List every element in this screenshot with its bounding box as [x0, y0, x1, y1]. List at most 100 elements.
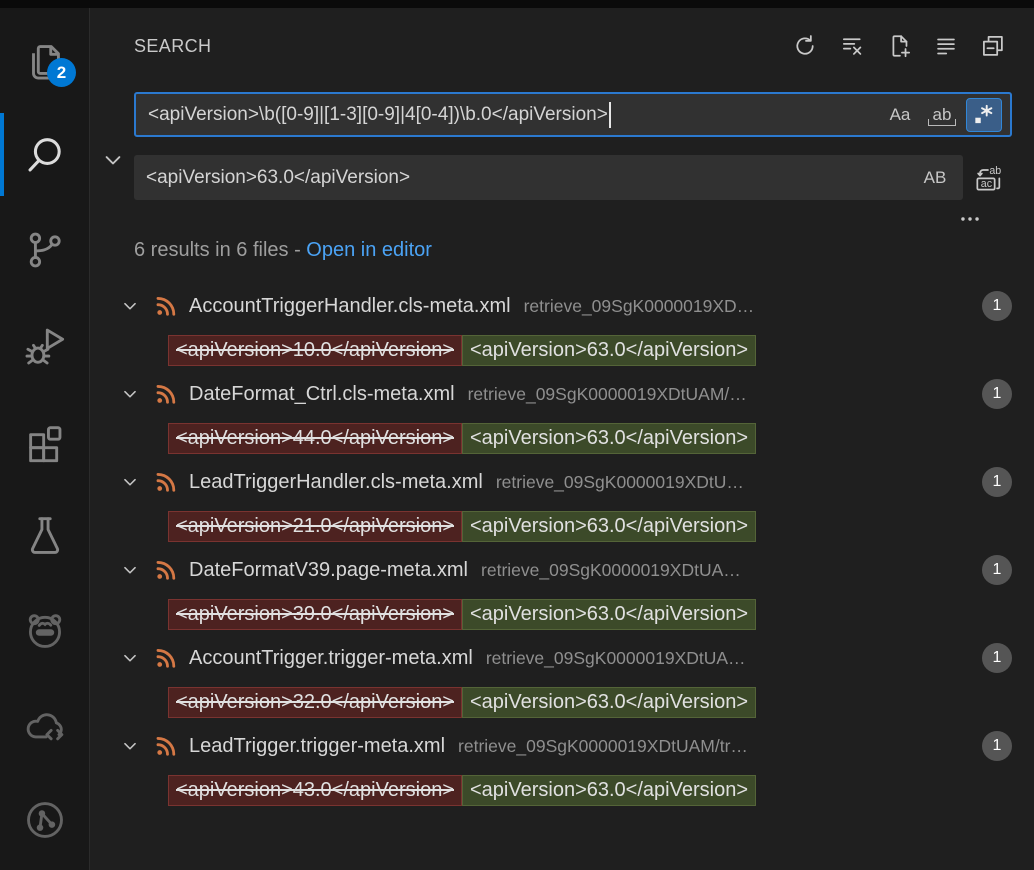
collapse-all-icon[interactable] — [979, 32, 1007, 60]
extensions-icon — [22, 417, 68, 463]
match-result-row[interactable]: <apiVersion>10.0</apiVersion> <apiVersio… — [91, 328, 1034, 372]
results-summary: 6 results in 6 files - Open in editor — [91, 236, 1034, 264]
xml-file-icon — [153, 381, 179, 407]
regex-toggle[interactable] — [966, 98, 1002, 132]
text-cursor — [609, 102, 611, 128]
match-count-badge: 1 — [982, 379, 1012, 409]
file-name: AccountTriggerHandler.cls-meta.xml — [189, 295, 511, 318]
beaker-icon — [22, 512, 68, 558]
removed-text: <apiVersion>10.0</apiVersion> — [168, 335, 462, 366]
removed-text: <apiVersion>21.0</apiVersion> — [168, 511, 462, 542]
replace-input[interactable]: <apiVersion>63.0</apiVersion> AB — [134, 155, 963, 200]
svg-text:ab: ab — [989, 165, 1001, 177]
match-case-toggle[interactable]: Aa — [882, 98, 918, 132]
match-result-row[interactable]: <apiVersion>39.0</apiVersion> <apiVersio… — [91, 592, 1034, 636]
chevron-down-icon[interactable] — [119, 383, 143, 405]
inserted-text: <apiVersion>63.0</apiVersion> — [462, 423, 756, 454]
match-result-row[interactable]: <apiVersion>21.0</apiVersion> <apiVersio… — [91, 504, 1034, 548]
activity-item-testing[interactable] — [0, 487, 89, 582]
search-panel-header: SEARCH — [91, 8, 1034, 84]
chevron-down-icon[interactable] — [119, 295, 143, 317]
file-result-row[interactable]: LeadTriggerHandler.cls-meta.xml retrieve… — [91, 460, 1034, 504]
cloud-code-icon — [22, 702, 68, 748]
refresh-icon[interactable] — [791, 32, 819, 60]
file-path: retrieve_09SgK0000019XDtUAM/… — [468, 384, 972, 405]
match-result-row[interactable]: <apiVersion>32.0</apiVersion> <apiVersio… — [91, 680, 1034, 724]
activity-item-explorer[interactable]: 2 — [0, 12, 89, 107]
activity-item-source-control[interactable] — [0, 202, 89, 297]
inserted-text: <apiVersion>63.0</apiVersion> — [462, 511, 756, 542]
search-input[interactable]: <apiVersion>\b([0-9]|[1-3][0-9]|4[0-4])\… — [134, 92, 1012, 137]
ellipsis-icon — [957, 206, 983, 232]
preserve-case-toggle[interactable]: AB — [917, 161, 953, 195]
summary-separator: - — [289, 239, 307, 261]
chevron-down-icon[interactable] — [119, 735, 143, 757]
results-count-text: 6 results in 6 files — [134, 239, 289, 261]
mascot-face-icon — [22, 607, 68, 653]
file-result-row[interactable]: AccountTrigger.trigger-meta.xml retrieve… — [91, 636, 1034, 680]
inserted-text: <apiVersion>63.0</apiVersion> — [462, 775, 756, 806]
clear-search-results-icon[interactable] — [838, 32, 866, 60]
file-result-row[interactable]: AccountTriggerHandler.cls-meta.xml retri… — [91, 284, 1034, 328]
xml-file-icon — [153, 733, 179, 759]
xml-file-icon — [153, 645, 179, 671]
file-result-row[interactable]: DateFormat_Ctrl.cls-meta.xml retrieve_09… — [91, 372, 1034, 416]
search-results-list: AccountTriggerHandler.cls-meta.xml retri… — [91, 284, 1034, 812]
search-result: LeadTriggerHandler.cls-meta.xml retrieve… — [91, 460, 1034, 548]
activity-item-search[interactable] — [0, 107, 89, 202]
file-name: DateFormat_Ctrl.cls-meta.xml — [189, 383, 455, 406]
removed-text: <apiVersion>39.0</apiVersion> — [168, 599, 462, 630]
removed-text: <apiVersion>32.0</apiVersion> — [168, 687, 462, 718]
regex-icon — [971, 102, 997, 128]
activity-bar: 2 — [0, 8, 90, 870]
svg-text:ac: ac — [980, 178, 992, 190]
match-count-badge: 1 — [982, 467, 1012, 497]
file-name: AccountTrigger.trigger-meta.xml — [189, 647, 473, 670]
chevron-down-icon[interactable] — [119, 471, 143, 493]
xml-file-icon — [153, 469, 179, 495]
debug-icon — [22, 322, 68, 368]
inserted-text: <apiVersion>63.0</apiVersion> — [462, 687, 756, 718]
file-path: retrieve_09SgK0000019XDtUA… — [481, 560, 972, 581]
chevron-down-icon[interactable] — [119, 647, 143, 669]
search-result: AccountTriggerHandler.cls-meta.xml retri… — [91, 284, 1034, 372]
file-name: LeadTrigger.trigger-meta.xml — [189, 735, 445, 758]
file-path: retrieve_09SgK0000019XDtUA… — [486, 648, 972, 669]
whole-word-toggle[interactable]: ab — [924, 98, 960, 132]
activity-item-run-debug[interactable] — [0, 297, 89, 392]
file-path: retrieve_09SgK0000019XDtUAM/tr… — [458, 736, 972, 757]
file-path: retrieve_09SgK0000019XD… — [524, 296, 972, 317]
file-name: LeadTriggerHandler.cls-meta.xml — [189, 471, 483, 494]
xml-file-icon — [153, 293, 179, 319]
xml-file-icon — [153, 557, 179, 583]
removed-text: <apiVersion>43.0</apiVersion> — [168, 775, 462, 806]
toggle-replace-button[interactable] — [91, 92, 134, 228]
view-as-list-icon[interactable] — [932, 32, 960, 60]
open-in-editor-link[interactable]: Open in editor — [306, 239, 432, 261]
replace-all-button[interactable]: ab ac — [963, 162, 1012, 194]
chevron-down-icon — [99, 146, 127, 174]
file-result-row[interactable]: DateFormatV39.page-meta.xml retrieve_09S… — [91, 548, 1034, 592]
new-search-editor-icon[interactable] — [885, 32, 913, 60]
share-graph-icon — [22, 797, 68, 843]
activity-item-share-graph-extension[interactable] — [0, 772, 89, 867]
search-options: Aa ab — [882, 98, 1002, 132]
inserted-text: <apiVersion>63.0</apiVersion> — [462, 335, 756, 366]
match-count-badge: 1 — [982, 731, 1012, 761]
search-input-value: <apiVersion>\b([0-9]|[1-3][0-9]|4[0-4])\… — [148, 104, 608, 126]
match-result-row[interactable]: <apiVersion>44.0</apiVersion> <apiVersio… — [91, 416, 1034, 460]
match-count-badge: 1 — [982, 643, 1012, 673]
file-path: retrieve_09SgK0000019XDtU… — [496, 472, 972, 493]
activity-item-extensions[interactable] — [0, 392, 89, 487]
inserted-text: <apiVersion>63.0</apiVersion> — [462, 599, 756, 630]
explorer-badge: 2 — [47, 58, 76, 87]
chevron-down-icon[interactable] — [119, 559, 143, 581]
activity-item-cloud-code-extension[interactable] — [0, 677, 89, 772]
activity-item-mascot-extension[interactable] — [0, 582, 89, 677]
removed-text: <apiVersion>44.0</apiVersion> — [168, 423, 462, 454]
match-count-badge: 1 — [982, 555, 1012, 585]
match-result-row[interactable]: <apiVersion>43.0</apiVersion> <apiVersio… — [91, 768, 1034, 812]
replace-input-value: <apiVersion>63.0</apiVersion> — [146, 167, 410, 189]
file-result-row[interactable]: LeadTrigger.trigger-meta.xml retrieve_09… — [91, 724, 1034, 768]
more-actions-button[interactable] — [957, 206, 983, 228]
